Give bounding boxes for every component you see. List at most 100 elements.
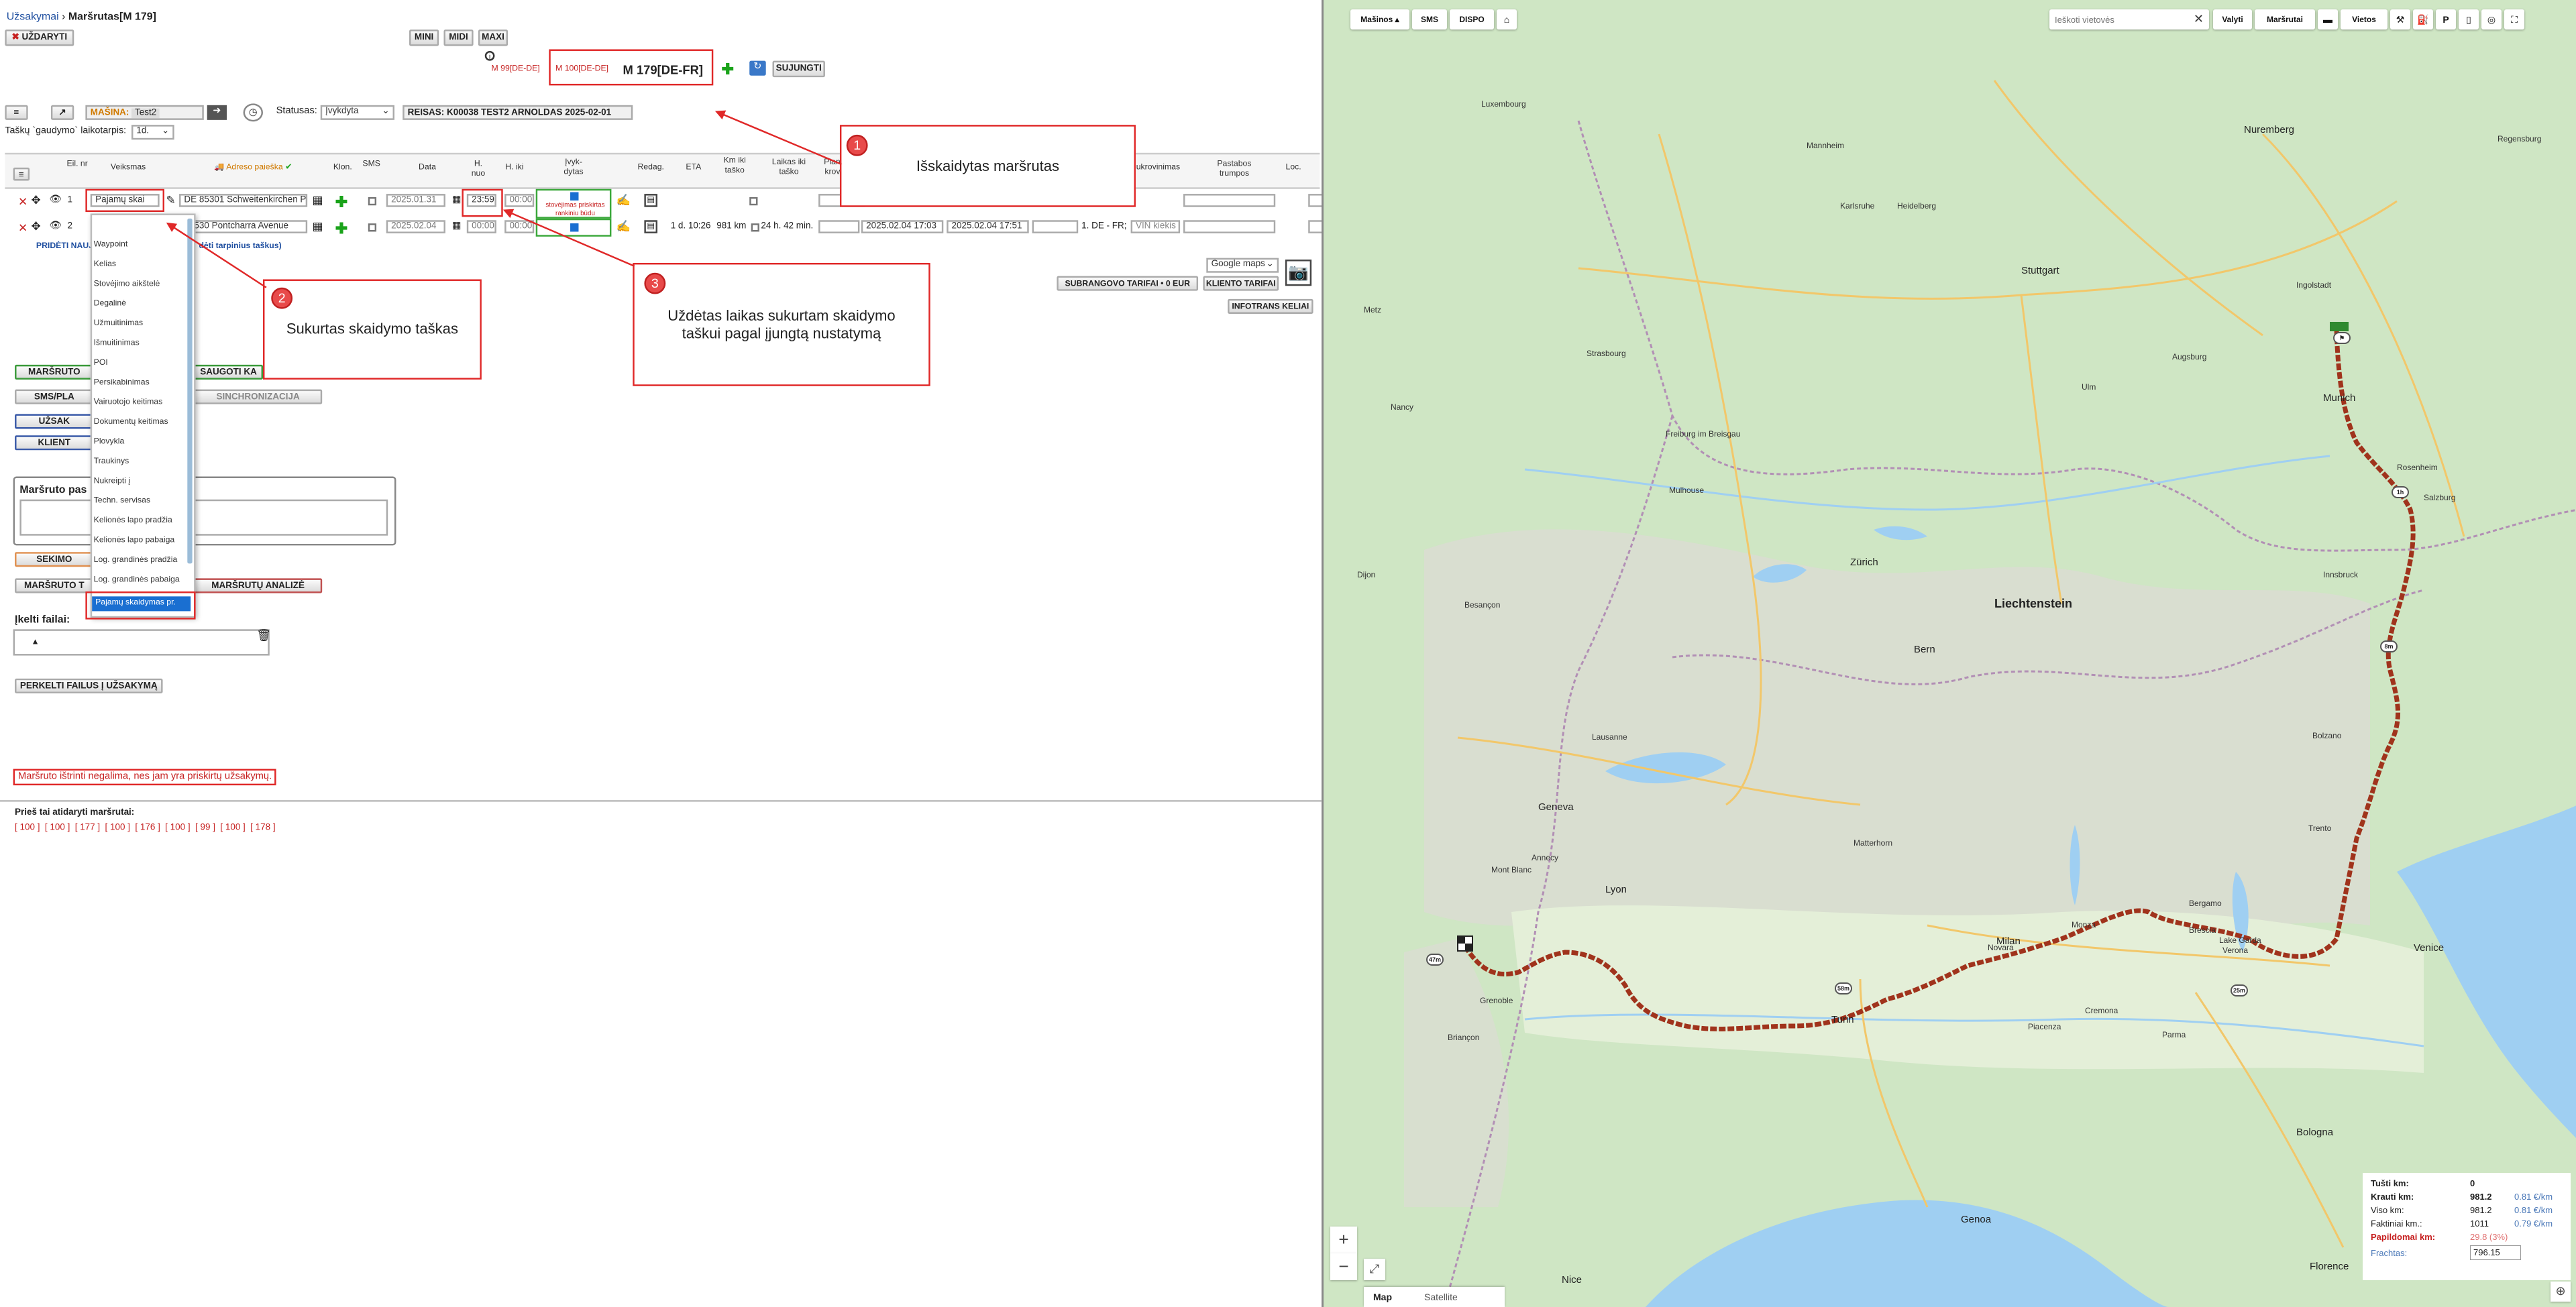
map-city-label: Lyon [1605, 884, 1627, 895]
map-city-label: Piacenza [2028, 1022, 2061, 1031]
stat-label: Krauti km: [2371, 1192, 2414, 1202]
map-city-label: Ingolstadt [2296, 280, 2332, 290]
map-city-label: Geneva [1538, 801, 1574, 813]
map-type-map[interactable]: Map [1373, 1292, 1392, 1302]
route-marker-25m[interactable]: 25m [2231, 984, 2248, 997]
map-city-label: Nice [1562, 1274, 1582, 1286]
fullscreen-icon[interactable]: ⛶ [2504, 9, 2524, 30]
route-editor-panel: Užsakymai › Maršrutas[M 179] ✖ UŽDARYTI … [0, 0, 1322, 1307]
map-dispo-button[interactable]: DISPO [1450, 9, 1494, 30]
map-search-input[interactable] [2055, 13, 2182, 26]
map-city-label: Luxembourg [1481, 99, 1526, 109]
map-city-label: Zürich [1850, 557, 1878, 568]
home-icon[interactable]: ⌂ [1497, 9, 1517, 30]
route-stats: Tušti km: 0 Krauti km: 981.2 0.81 €/km V… [2363, 1173, 2571, 1280]
map-city-label: Verona [2222, 946, 2249, 955]
freight-input[interactable]: 796.15 [2470, 1245, 2521, 1260]
map-canvas[interactable] [1324, 0, 2576, 1307]
map-city-label: Metz [1364, 305, 1382, 315]
map-city-label: Monza [2072, 920, 2096, 929]
stat-label: Faktiniai km.: [2371, 1218, 2422, 1229]
map-city-label: Liechtenstein [1994, 597, 2073, 610]
stat-value: 981.2 [2470, 1205, 2492, 1215]
map-city-label: Mulhouse [1669, 486, 1705, 495]
map-city-label: Genoa [1961, 1214, 1992, 1225]
parking-icon[interactable]: P [2436, 9, 2456, 30]
map-search: ✕ [2049, 9, 2209, 30]
map-vehicles-label: Mašinos [1360, 15, 1393, 24]
stat-value: 29.8 (3%) [2470, 1232, 2508, 1242]
map-type-toggle: Map Satellite [1364, 1287, 1505, 1307]
map-city-label: Matterhorn [1854, 838, 1893, 848]
stat-rate: 0.81 €/km [2514, 1205, 2553, 1215]
route-marker-47m[interactable]: 47m [1426, 954, 1444, 966]
fullscreen-map-icon[interactable]: ⤢ [1364, 1259, 1385, 1280]
map-city-label: Strasbourg [1587, 349, 1626, 358]
stat-label: Papildomai km: [2371, 1232, 2436, 1242]
phone-icon[interactable]: ▯ [2459, 9, 2479, 30]
stat-label: Viso km: [2371, 1205, 2404, 1215]
map-city-label: Parma [2162, 1030, 2186, 1039]
map-city-label: Heidelberg [1897, 201, 1937, 211]
map-city-label: Nuremberg [2244, 124, 2295, 135]
map-city-label: Florence [2310, 1261, 2349, 1272]
map-city-label: Bergamo [2189, 899, 2222, 908]
tool-icon[interactable]: ⚒ [2390, 9, 2410, 30]
map-city-label: Augsburg [2172, 352, 2207, 361]
clear-icon[interactable]: ✕ [2194, 12, 2204, 26]
map-city-label: Mannheim [1807, 141, 1845, 150]
map-city-label: Rosenheim [2397, 463, 2438, 472]
chevron-up-icon: ▴ [1395, 15, 1399, 24]
map-city-label: Venice [2414, 942, 2445, 954]
map-clear-button[interactable]: Valyti [2213, 9, 2252, 30]
map-city-label: Dijon [1357, 570, 1376, 579]
stat-value: 981.2 [2470, 1192, 2492, 1202]
map-city-label: Grenoble [1480, 996, 1513, 1005]
pegman-icon[interactable]: ⊕ [2551, 1282, 2571, 1302]
truck-icon[interactable]: ▬ [2318, 9, 2338, 30]
map-city-label: Nancy [1391, 402, 1414, 412]
route-marker-58m[interactable]: 58m [1835, 982, 1852, 995]
stat-value: 1011 [2470, 1218, 2489, 1229]
map-vehicles-button[interactable]: Mašinos ▴ [1350, 9, 1409, 30]
map-city-label: Salzburg [2424, 493, 2456, 502]
map-routes-button[interactable]: Maršrutai [2255, 9, 2315, 30]
map-city-label: Ulm [2082, 382, 2096, 392]
map-city-label: Lake Garda [2219, 935, 2261, 945]
map-sms-button[interactable]: SMS [1412, 9, 1447, 30]
map-type-satellite[interactable]: Satellite [1424, 1292, 1458, 1302]
stat-label: Tušti km: [2371, 1178, 2409, 1188]
map-city-label: Novara [1988, 943, 2014, 952]
map-city-label: Cremona [2085, 1006, 2118, 1015]
route-marker-8m[interactable]: 8m [2380, 640, 2398, 652]
map-city-label: Brescia [2189, 925, 2216, 935]
globe-icon[interactable]: ◎ [2481, 9, 2502, 30]
map-city-label: Turin [1831, 1014, 1854, 1025]
stat-value: 0 [2470, 1178, 2475, 1188]
map-panel[interactable]: Liechtenstein Munich Zürich Milan Turin Genoa… [1322, 0, 2576, 1307]
map-city-label: Annecy [1532, 853, 1559, 862]
map-city-label: Bologna [2296, 1127, 2334, 1138]
map-city-label: Freiburg im Breisgau [1666, 429, 1741, 439]
route-marker-1h[interactable]: 1h [2392, 486, 2409, 498]
map-city-label: Lausanne [1592, 732, 1627, 742]
zoom-in-button[interactable]: + [1330, 1227, 1357, 1253]
zoom-out-button[interactable]: − [1330, 1253, 1357, 1280]
callout-arrows [166, 110, 842, 288]
fuel-icon[interactable]: ⛽ [2413, 9, 2433, 30]
flag-icon: ⚑ [2339, 335, 2345, 341]
route-marker-start[interactable]: ⚑ [2333, 332, 2351, 344]
map-city-label: Munich [2323, 392, 2356, 404]
map-city-label: Stuttgart [2021, 265, 2059, 276]
map-places-button[interactable]: Vietos [2341, 9, 2387, 30]
map-city-label: Bern [1914, 644, 1935, 655]
map-city-label: Innsbruck [2323, 570, 2359, 579]
map-city-label: Besançon [1464, 600, 1501, 610]
map-city-label: Trento [2308, 823, 2332, 833]
map-city-label: Mont Blanc [1491, 865, 1532, 874]
map-city-label: Brianҫon [1448, 1033, 1480, 1042]
map-city-label: Bolzano [2312, 731, 2342, 740]
stat-rate: 0.81 €/km [2514, 1192, 2553, 1202]
stat-rate: 0.79 €/km [2514, 1218, 2553, 1229]
map-city-label: Karlsruhe [1840, 201, 1875, 211]
